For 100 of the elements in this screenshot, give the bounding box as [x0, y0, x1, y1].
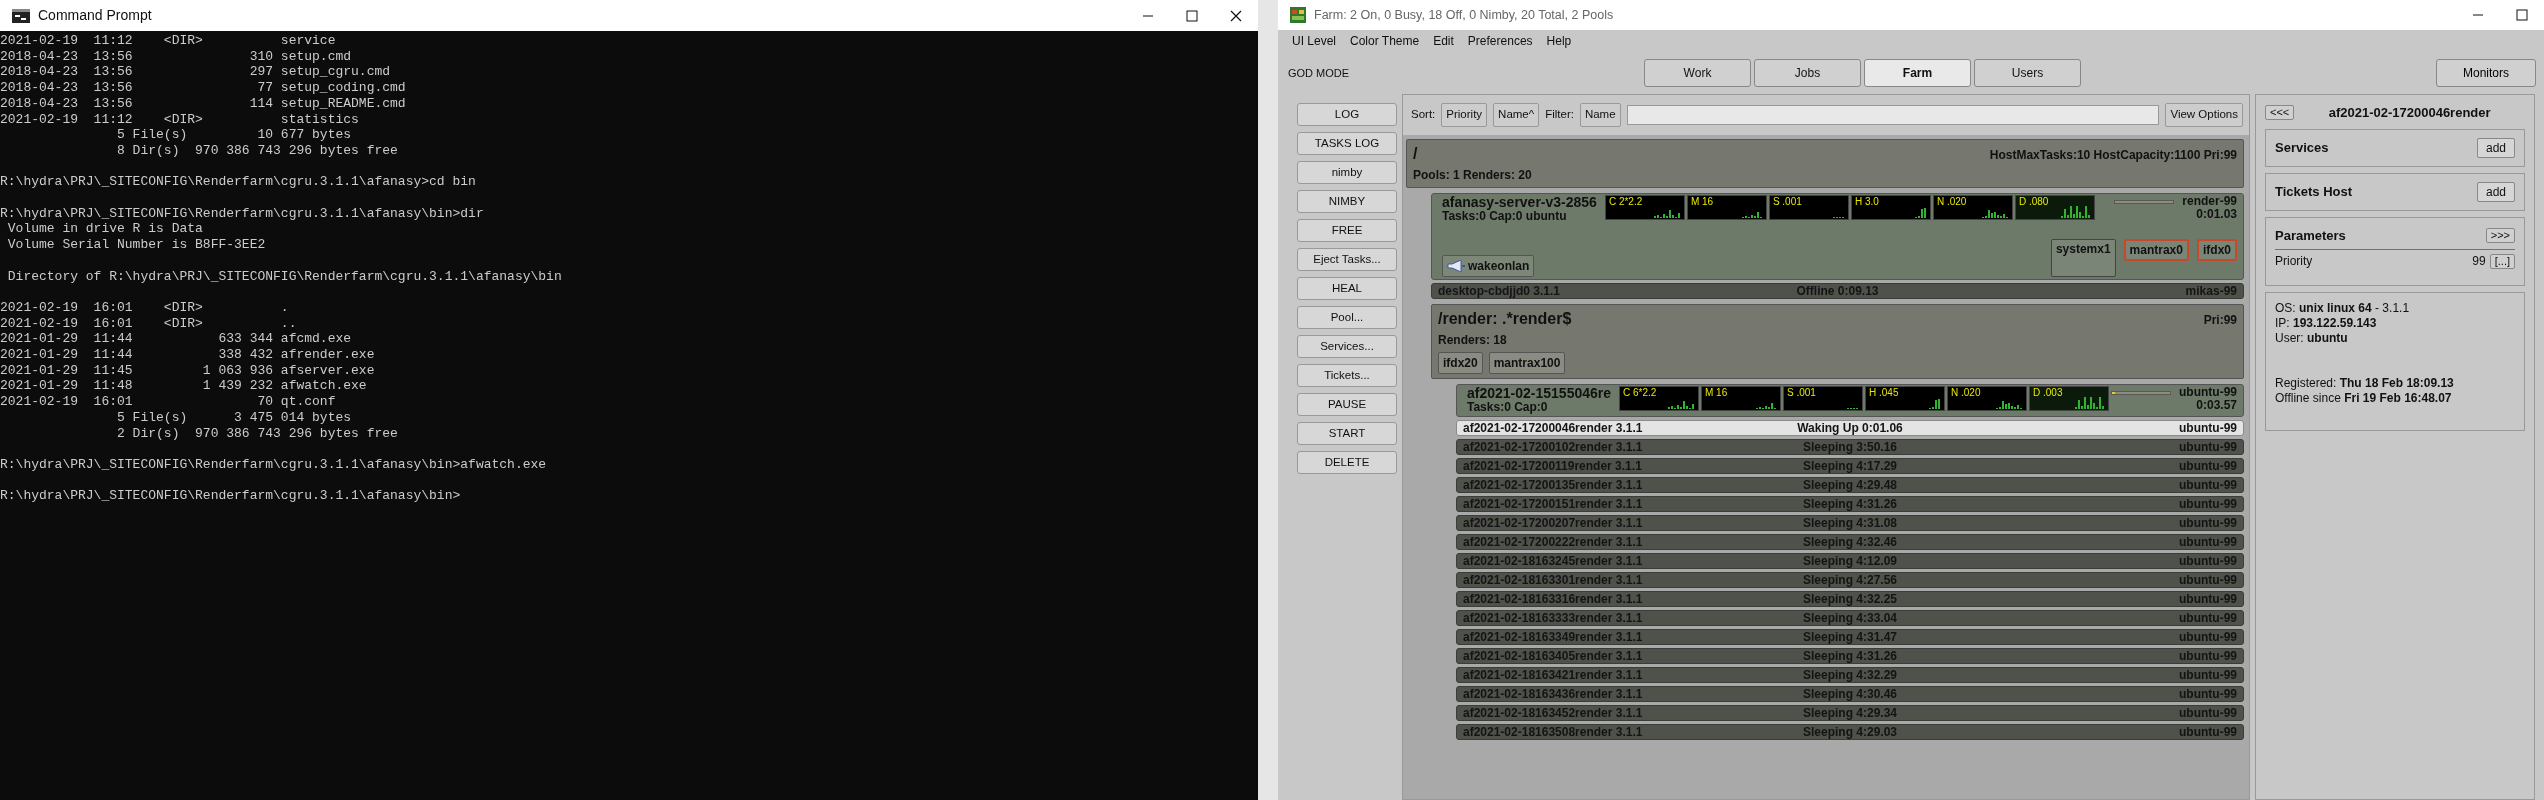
terminal-line: 2021-02-19 16:01 70 qt.conf	[0, 394, 337, 410]
action-button[interactable]: HEAL	[1297, 277, 1397, 300]
action-button[interactable]: Eject Tasks...	[1297, 248, 1397, 271]
filter-label: Filter:	[1545, 107, 1574, 123]
action-button[interactable]: NIMBY	[1297, 190, 1397, 213]
action-button[interactable]: FREE	[1297, 219, 1397, 242]
ticket-tag: ifdx20	[1438, 352, 1483, 374]
render-state: Sleeping 4:31.08	[1801, 515, 1898, 532]
add-button[interactable]: add	[2476, 137, 2515, 158]
info-line: OS: unix linux 64 - 3.1.1	[2275, 301, 2411, 316]
render-user: ubuntu-99	[2178, 724, 2237, 741]
tab[interactable]: Users	[1974, 59, 2081, 87]
terminal-line: Directory of R:\hydra\PRJ\_SITECONFIG\Renderfarm\cgru.3.1.1\afanasy\bin	[6, 268, 563, 285]
tab[interactable]: Work	[1644, 59, 1751, 87]
close-icon[interactable]	[1230, 9, 1242, 22]
sparkline-drawing	[1832, 217, 1844, 218]
ticket-tag: mantrax0	[2123, 239, 2189, 261]
section-title: Tickets Host	[2275, 182, 2353, 201]
render-row[interactable]: af2021-02-17200046render 3.1.1 Waking Up 0:01.06 ubuntu-99	[1456, 420, 2244, 436]
graph-label: H 3.0	[1853, 196, 1880, 208]
render-state: Sleeping 4:29.03	[1801, 724, 1898, 741]
render-user: ubuntu-99	[2178, 553, 2237, 570]
terminal-line: 2018-04-23 13:56 310 setup.cmd	[0, 48, 353, 65]
render-name: desktop-cbdjjd0 3.1.1	[1438, 283, 1562, 300]
host-time: 0:03.57	[2196, 399, 2237, 412]
filter-field-button[interactable]: Name	[1579, 103, 1621, 127]
terminal-line: 2018-04-23 13:56 297 setup_cgru.cmd	[0, 64, 392, 81]
graph-label: D .080	[2017, 196, 2050, 208]
section-title: Parameters	[2275, 226, 2346, 245]
action-button[interactable]: Tickets...	[1297, 364, 1397, 387]
maximize-icon[interactable]	[1186, 9, 1198, 22]
tab[interactable]: Jobs	[1754, 59, 1861, 87]
window-title: Farm: 2 On, 0 Busy, 18 Off, 0 Nimby, 20 Total, 2 Pools	[1314, 6, 1614, 24]
render-name: af2021-02-18163301render 3.1.1	[1463, 572, 1644, 589]
render-host-card[interactable]: afanasy-server-v3-2856 Tasks:0 Cap:0 ubuntu C 2*2.2 M 16 S .001 H 3.0 N .020 D .080 render-99 0:01.03 wakeonlan systemx1 mantrax0 ifdx0	[1431, 193, 2244, 280]
menu-item[interactable]: Edit	[1433, 32, 1454, 50]
graph-label: S .001	[1771, 196, 1803, 208]
render-name: af2021-02-18163405render 3.1.1	[1463, 648, 1644, 665]
action-button[interactable]: TASKS LOG	[1297, 132, 1397, 155]
add-button[interactable]: add	[2476, 181, 2515, 202]
maximize-icon[interactable]	[2516, 9, 2528, 21]
terminal-line: 2 Dir(s) 970 386 743 296 bytes free	[116, 425, 399, 442]
render-user: ubuntu-99	[2178, 420, 2237, 437]
sort-button[interactable]: Priority	[1441, 103, 1488, 127]
terminal-line: R:\hydra\PRJ\_SITECONFIG\Renderfarm\cgru.3.1.1\afanasy\bin>dir	[0, 205, 485, 222]
render-host-card[interactable]: af2021-02-15155046re Tasks:0 Cap:0 C 6*2.2 M 16 S .001 H .045 N .020 D .003 ubuntu-99 0:03.57	[1456, 384, 2244, 417]
monitors-button[interactable]: Monitors	[2436, 59, 2536, 87]
service-button[interactable]: wakeonlan	[1442, 255, 1535, 277]
window-title: Command Prompt	[38, 6, 152, 25]
edit-button[interactable]: [...]	[2489, 254, 2515, 269]
action-button[interactable]: LOG	[1297, 103, 1397, 126]
render-user: ubuntu-99	[2178, 686, 2237, 703]
graph-label: S .001	[1786, 387, 1817, 399]
render-name: af2021-02-18163349render 3.1.1	[1463, 629, 1644, 646]
render-user: ubuntu-99	[2178, 705, 2237, 722]
action-button[interactable]: DELETE	[1297, 451, 1397, 474]
view-options-button[interactable]: View Options	[2165, 103, 2243, 127]
render-title: af2021-02-17200046render	[2327, 104, 2492, 122]
terminal-icon	[12, 8, 30, 23]
host-name: af2021-02-15155046re	[1467, 386, 1611, 401]
terminal-line: Volume in drive R is Data	[6, 221, 204, 238]
pool-name: /render: .*render$	[1438, 309, 1572, 329]
action-button[interactable]: START	[1297, 422, 1397, 445]
render-user: ubuntu-99	[2178, 458, 2237, 475]
terminal-line: 2021-01-29 11:44 633 344 afcmd.exe	[0, 331, 353, 347]
render-state: Sleeping 4:29.34	[1801, 705, 1898, 722]
menu-item[interactable]: UI Level	[1292, 32, 1337, 50]
render-user: ubuntu-99	[2178, 610, 2237, 627]
terminal-line: R:\hydra\PRJ\_SITECONFIG\Renderfarm\cgru.3.1.1\afanasy\bin>afwatch.exe	[0, 456, 548, 473]
filter-field[interactable]	[1626, 105, 2160, 125]
sparkline-drawing	[1914, 208, 1926, 218]
menu-item[interactable]: Help	[1546, 32, 1572, 50]
graph-label: N .020	[1935, 196, 1968, 208]
sort-button[interactable]: Name^	[1493, 103, 1540, 127]
render-state: Sleeping 4:17.29	[1801, 458, 1898, 475]
graph-label: D .003	[2032, 387, 2064, 399]
render-user: ubuntu-99	[2178, 648, 2237, 665]
pool-stats: Pools: 1 Renders: 20	[1413, 167, 1533, 184]
back-button[interactable]: <<<	[2265, 105, 2295, 121]
menu-item[interactable]: Preferences	[1467, 32, 1533, 50]
render-user: ubuntu-99	[2178, 667, 2237, 684]
action-button[interactable]: PAUSE	[1297, 393, 1397, 416]
menu-item[interactable]: Color Theme	[1350, 32, 1420, 50]
render-user: ubuntu-99	[2178, 477, 2237, 494]
render-state: Sleeping 4:30.46	[1801, 686, 1898, 703]
render-name: af2021-02-18163452render 3.1.1	[1463, 705, 1644, 722]
render-state: Sleeping 4:31.26	[1801, 496, 1898, 513]
tab[interactable]: Farm	[1864, 59, 1971, 87]
graph-label: C 6*2.2	[1622, 387, 1658, 399]
graph-label: N .020	[1950, 387, 1982, 399]
action-button[interactable]: Pool...	[1297, 306, 1397, 329]
expand-button[interactable]: >>>	[2485, 227, 2515, 243]
sparkline-drawing	[1668, 401, 1694, 409]
parameter-label: Priority	[2275, 254, 2313, 269]
render-name: af2021-02-17200222render 3.1.1	[1463, 534, 1644, 551]
action-button[interactable]: nimby	[1297, 161, 1397, 184]
action-button[interactable]: Services...	[1297, 335, 1397, 358]
parameter-value: 99	[2472, 254, 2486, 269]
pool-header[interactable]: /render: .*render$ Pri:99 Renders: 18 ifdx20 mantrax100	[1431, 304, 2244, 379]
host-time: 0:01.03	[2196, 208, 2237, 221]
